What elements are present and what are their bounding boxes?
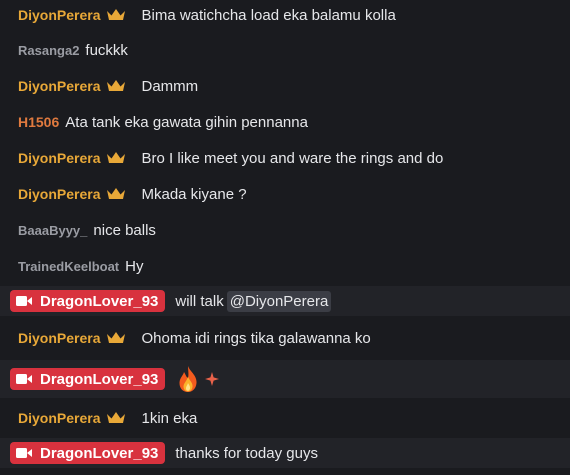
chat-message-text: thanks for today guys xyxy=(175,444,318,462)
crown-icon xyxy=(107,188,126,199)
chat-username[interactable]: Rasanga2 xyxy=(18,43,79,58)
chat-username[interactable]: DiyonPerera xyxy=(18,7,100,23)
chat-message: DragonLover_93 thanks for today guys xyxy=(0,438,570,468)
chat-message: DiyonPerera Bro I like meet you and ware… xyxy=(0,143,570,173)
chat-username[interactable]: DiyonPerera xyxy=(18,410,100,426)
chat-message-text: Bro I like meet you and ware the rings a… xyxy=(141,149,444,167)
chat-username[interactable]: BaaaByyy_ xyxy=(18,223,87,238)
chat-message: DiyonPerera 1kin eka xyxy=(0,403,570,433)
chat-username[interactable]: H1506 xyxy=(18,114,59,130)
chat-message: DiyonPerera Mkada kiyane ? xyxy=(0,179,570,209)
crown-icon xyxy=(107,9,126,20)
video-camera-icon xyxy=(16,296,32,306)
chat-username[interactable]: DiyonPerera xyxy=(18,150,100,166)
chat-message: DiyonPerera Bima watichcha load eka bala… xyxy=(0,0,570,30)
fire-emoji xyxy=(179,366,197,392)
chat-username[interactable]: DragonLover_93 xyxy=(40,371,158,388)
chat-username[interactable]: TrainedKeelboat xyxy=(18,259,119,274)
chat-message: TrainedKeelboat Hy xyxy=(0,251,570,281)
chat-message: DiyonPerera Dammm xyxy=(0,71,570,101)
chat-username[interactable]: DiyonPerera xyxy=(18,186,100,202)
streamer-badge[interactable]: DragonLover_93 xyxy=(10,290,166,312)
chat-message-text: Mkada kiyane ? xyxy=(141,185,247,203)
streamer-badge[interactable]: DragonLover_93 xyxy=(10,442,166,464)
chat-panel: DiyonPerera Bima watichcha load eka bala… xyxy=(0,0,570,475)
chat-message: H1506 Ata tank eka gawata gihin pennanna xyxy=(0,107,570,137)
chat-message-text: nice balls xyxy=(93,221,156,239)
streamer-badge[interactable]: DragonLover_93 xyxy=(10,368,166,390)
chat-username[interactable]: DragonLover_93 xyxy=(40,445,158,462)
crown-icon xyxy=(107,152,126,163)
video-camera-icon xyxy=(16,374,32,384)
chat-message-text: fuckkk xyxy=(85,41,128,59)
chat-username[interactable]: DragonLover_93 xyxy=(40,293,158,310)
chat-message: DiyonPerera Ohoma idi rings tika galawan… xyxy=(0,323,570,353)
chat-message-text: Dammm xyxy=(141,77,199,95)
chat-message-text: will talk xyxy=(175,292,224,310)
chat-message: Rasanga2 fuckkk xyxy=(0,35,570,65)
chat-username[interactable]: DiyonPerera xyxy=(18,330,100,346)
video-camera-icon xyxy=(16,448,32,458)
chat-message-text: 1kin eka xyxy=(141,409,198,427)
chat-message: DragonLover_93 will talk @DiyonPerera xyxy=(0,286,570,316)
crown-icon xyxy=(107,332,126,343)
chat-message-text: Hy xyxy=(125,257,144,275)
crown-icon xyxy=(107,80,126,91)
chat-message: DragonLover_93 xyxy=(0,360,570,398)
sparkle-emoji xyxy=(205,372,220,386)
chat-message-text: Ohoma idi rings tika galawanna ko xyxy=(141,329,371,347)
chat-message: BaaaByyy_ nice balls xyxy=(0,215,570,245)
mention-tag[interactable]: @DiyonPerera xyxy=(226,290,332,312)
crown-icon xyxy=(107,412,126,423)
chat-message-text: Ata tank eka gawata gihin pennanna xyxy=(65,113,308,131)
chat-message-text: Bima watichcha load eka balamu kolla xyxy=(141,6,396,24)
chat-username[interactable]: DiyonPerera xyxy=(18,78,100,94)
